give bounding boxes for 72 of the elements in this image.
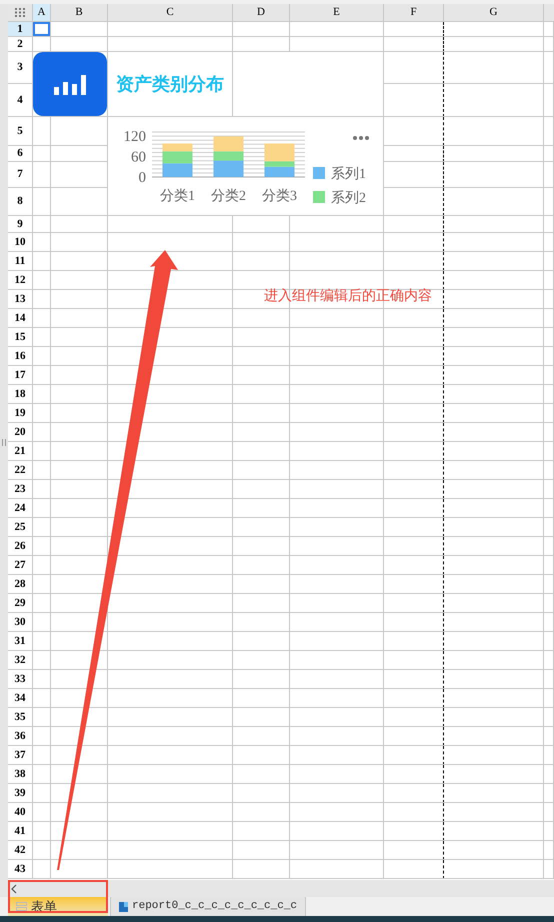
row-header[interactable]: 31 bbox=[8, 632, 33, 651]
row-header[interactable]: 13 bbox=[8, 290, 33, 309]
row-header[interactable]: 10 bbox=[8, 233, 33, 252]
row-header[interactable]: 40 bbox=[8, 803, 33, 822]
row-header[interactable]: 7 bbox=[8, 162, 33, 188]
row-header[interactable]: 5 bbox=[8, 117, 33, 146]
row-header[interactable]: 15 bbox=[8, 328, 33, 347]
row-header[interactable]: 25 bbox=[8, 518, 33, 537]
row-header[interactable]: 35 bbox=[8, 708, 33, 727]
row-header[interactable]: 8 bbox=[8, 188, 33, 216]
legend-swatch bbox=[313, 191, 325, 203]
column-header[interactable]: C bbox=[108, 4, 233, 22]
row-header[interactable]: 1 bbox=[8, 22, 33, 37]
form-icon bbox=[16, 902, 27, 911]
axis-tick-label: 60 bbox=[131, 150, 146, 166]
row-header[interactable]: 3 bbox=[8, 52, 33, 84]
row-header[interactable]: 21 bbox=[8, 442, 33, 461]
row-header[interactable]: 41 bbox=[8, 822, 33, 841]
row-header[interactable]: 6 bbox=[8, 146, 33, 162]
category-label: 分类3 bbox=[262, 189, 297, 204]
scroll-left-icon[interactable] bbox=[10, 884, 18, 894]
selected-cell[interactable] bbox=[33, 22, 50, 36]
more-icon[interactable] bbox=[353, 136, 369, 140]
row-header[interactable]: 16 bbox=[8, 347, 33, 366]
column-header[interactable]: B bbox=[51, 4, 108, 22]
resize-handle-icon[interactable] bbox=[2, 438, 6, 446]
select-all-icon[interactable] bbox=[14, 8, 26, 17]
bar-chart-icon bbox=[53, 73, 87, 95]
row-header[interactable]: 43 bbox=[8, 860, 33, 879]
row-header[interactable]: 33 bbox=[8, 670, 33, 689]
row-header[interactable]: 9 bbox=[8, 216, 33, 233]
category-label: 分类2 bbox=[211, 189, 246, 204]
row-header[interactable]: 22 bbox=[8, 461, 33, 480]
row-header[interactable]: 42 bbox=[8, 841, 33, 860]
row-header[interactable]: 30 bbox=[8, 613, 33, 632]
row-header[interactable]: 36 bbox=[8, 727, 33, 746]
report-icon bbox=[119, 902, 128, 912]
row-header[interactable]: 18 bbox=[8, 385, 33, 404]
legend-label: 系列2 bbox=[331, 191, 366, 206]
column-header[interactable]: E bbox=[290, 4, 384, 22]
column-header[interactable]: D bbox=[233, 4, 290, 22]
row-header[interactable]: 20 bbox=[8, 423, 33, 442]
row-header[interactable]: 37 bbox=[8, 746, 33, 765]
row-header[interactable]: 24 bbox=[8, 499, 33, 518]
column-header[interactable]: G bbox=[444, 4, 544, 22]
row-header[interactable]: 2 bbox=[8, 37, 33, 52]
row-header[interactable]: 17 bbox=[8, 366, 33, 385]
row-header[interactable]: 39 bbox=[8, 784, 33, 803]
axis-tick-label: 120 bbox=[124, 129, 146, 145]
row-header[interactable]: 12 bbox=[8, 271, 33, 290]
row-header[interactable]: 11 bbox=[8, 252, 33, 271]
bar-segment bbox=[162, 163, 192, 177]
row-header[interactable]: 14 bbox=[8, 309, 33, 328]
row-header[interactable]: 29 bbox=[8, 594, 33, 613]
column-header[interactable]: F bbox=[384, 4, 444, 22]
row-header[interactable]: 32 bbox=[8, 651, 33, 670]
row-header[interactable]: 26 bbox=[8, 537, 33, 556]
row-header[interactable]: 19 bbox=[8, 404, 33, 423]
axis-tick-label: 0 bbox=[138, 170, 146, 186]
row-header[interactable]: 4 bbox=[8, 84, 33, 117]
sheet-tab[interactable]: report0_c_c_c_c_c_c_c_c_c bbox=[110, 897, 306, 916]
row-header[interactable]: 27 bbox=[8, 556, 33, 575]
category-label: 分类1 bbox=[160, 189, 195, 204]
column-header[interactable]: A bbox=[33, 4, 51, 22]
legend-swatch bbox=[313, 167, 325, 179]
widget-title: 资产类别分布 bbox=[116, 72, 224, 96]
row-header[interactable]: 34 bbox=[8, 689, 33, 708]
legend-label: 系列1 bbox=[331, 167, 366, 182]
row-header[interactable]: 38 bbox=[8, 765, 33, 784]
row-header[interactable]: 28 bbox=[8, 575, 33, 594]
row-header[interactable]: 23 bbox=[8, 480, 33, 499]
annotation-text: 进入组件编辑后的正确内容 bbox=[264, 286, 432, 305]
